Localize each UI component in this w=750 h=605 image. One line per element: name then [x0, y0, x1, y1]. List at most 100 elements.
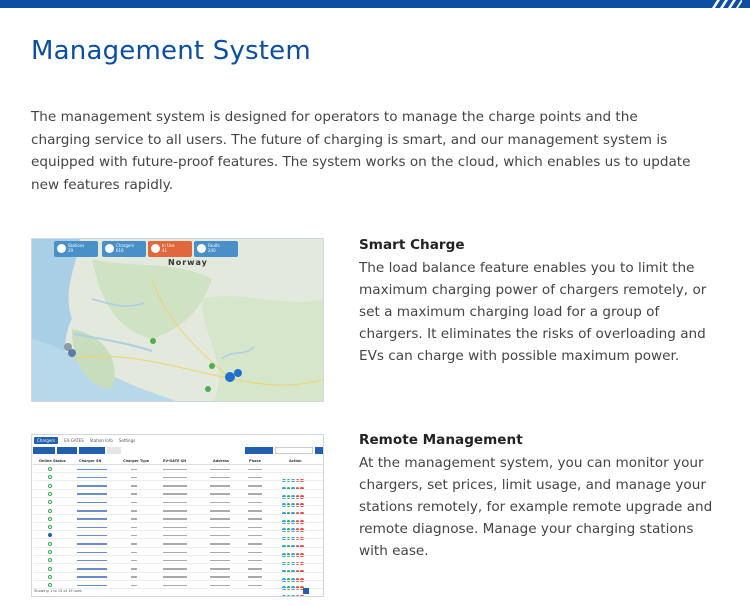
feature-body-remote-management: At the management system, you can monito… — [359, 455, 713, 559]
table-row[interactable] — [33, 508, 323, 524]
ev-gate-sn-cell — [163, 534, 187, 537]
ev-gate-sn-cell — [163, 476, 187, 479]
tab-station-info[interactable]: Station Info — [90, 438, 113, 443]
phase-cell — [248, 476, 262, 479]
delete-icon[interactable] — [300, 594, 304, 596]
row-actions — [282, 484, 312, 499]
charger-table-screenshot: Chargers EV-GATES Station Info Settings … — [31, 434, 324, 597]
status-icon — [48, 475, 52, 480]
charger-type-cell — [131, 576, 137, 578]
address-cell — [210, 559, 230, 562]
intro-paragraph: The management system is designed for op… — [31, 109, 691, 193]
phase-cell — [248, 510, 262, 512]
edit-icon[interactable] — [291, 594, 295, 596]
table-row[interactable] — [33, 541, 323, 557]
stat-value: 616 — [116, 248, 124, 253]
charger-sn-cell[interactable] — [77, 559, 107, 562]
address-cell — [210, 534, 230, 537]
col-charger-type: Charger Type — [123, 459, 150, 463]
settings-icon[interactable] — [282, 594, 286, 596]
table-row[interactable] — [33, 532, 323, 549]
table-row[interactable] — [33, 483, 323, 499]
charger-type-cell — [131, 501, 137, 504]
charger-type-cell — [131, 543, 137, 545]
ev-gate-sn-cell — [163, 526, 187, 529]
stat-value: 29 — [68, 248, 74, 253]
ev-gate-sn-cell — [163, 576, 187, 578]
status-icon — [48, 516, 52, 521]
charger-map-screenshot: Stations 29 Chargers 616 In Use 41 Fault… — [31, 238, 324, 402]
ev-gate-sn-cell — [163, 518, 187, 520]
charger-sn-cell[interactable] — [77, 584, 107, 587]
table-row[interactable] — [33, 516, 323, 532]
map-country-label: Norway — [168, 258, 208, 267]
charger-sn-cell[interactable] — [77, 493, 107, 495]
charger-type-cell — [131, 584, 137, 587]
new-charger-button[interactable] — [33, 447, 55, 454]
charger-icon — [105, 244, 114, 253]
charger-sn-cell[interactable] — [77, 501, 107, 504]
ev-gate-sn-cell — [163, 584, 187, 587]
charger-sn-cell[interactable] — [77, 576, 107, 578]
phase-cell — [248, 559, 262, 562]
table-row[interactable] — [33, 474, 323, 491]
status-icon — [48, 583, 52, 588]
search-button[interactable] — [107, 447, 121, 454]
charger-sn-cell[interactable] — [77, 485, 107, 487]
address-cell — [210, 526, 230, 529]
check-icon[interactable] — [286, 594, 290, 596]
charger-sn-cell[interactable] — [77, 526, 107, 529]
table-row[interactable] — [33, 549, 323, 565]
address-cell — [210, 568, 230, 570]
address-cell — [210, 485, 230, 487]
status-icon — [48, 525, 52, 530]
table-row[interactable] — [33, 566, 323, 582]
status-filter[interactable] — [57, 447, 77, 454]
phase-cell — [248, 543, 262, 545]
charger-sn-cell[interactable] — [77, 476, 107, 479]
charger-sn-cell[interactable] — [77, 568, 107, 570]
address-cell — [210, 551, 230, 553]
ev-gate-sn-cell — [163, 551, 187, 553]
search-icon[interactable] — [315, 447, 323, 454]
status-icon — [48, 558, 52, 563]
stop-icon[interactable] — [295, 594, 299, 596]
tab-chargers[interactable]: Chargers — [34, 436, 59, 444]
charger-sn-cell[interactable] — [77, 551, 107, 553]
address-cell — [210, 584, 230, 587]
table-row[interactable] — [33, 557, 323, 574]
row-actions — [282, 475, 312, 491]
table-row[interactable] — [33, 499, 323, 516]
table-row[interactable] — [33, 491, 323, 507]
ev-gate-sn-cell — [163, 468, 187, 470]
feature-title-smart-charge: Smart Charge — [359, 237, 465, 253]
row-actions — [282, 525, 312, 541]
charger-sn-cell[interactable] — [77, 518, 107, 520]
phase-cell — [248, 493, 262, 495]
table-row[interactable] — [33, 466, 323, 482]
address-cell — [210, 510, 230, 512]
ev-gate-sn-cell — [163, 568, 187, 570]
charger-type-cell — [131, 476, 137, 479]
charger-type-filter[interactable] — [79, 447, 105, 454]
status-icon — [48, 508, 52, 513]
table-row[interactable] — [33, 524, 323, 541]
tab-settings[interactable]: Settings — [119, 438, 135, 443]
row-actions — [282, 509, 312, 524]
pagination-button[interactable] — [303, 588, 309, 594]
charger-sn-cell[interactable] — [77, 534, 107, 537]
table-row[interactable] — [33, 574, 323, 590]
tab-ev-gates[interactable]: EV-GATES — [64, 438, 84, 443]
charger-sn-cell[interactable] — [77, 543, 107, 545]
charger-sn-cell[interactable] — [77, 510, 107, 512]
row-actions — [282, 575, 312, 590]
status-icon — [48, 491, 52, 496]
row-actions — [282, 567, 312, 582]
charger-sn-filter[interactable] — [245, 447, 273, 454]
phase-cell — [248, 518, 262, 520]
row-actions — [282, 467, 312, 482]
charger-sn-cell[interactable] — [77, 468, 107, 470]
search-input[interactable] — [275, 447, 313, 454]
phase-cell — [248, 584, 262, 587]
page-title: Management System — [31, 36, 311, 66]
